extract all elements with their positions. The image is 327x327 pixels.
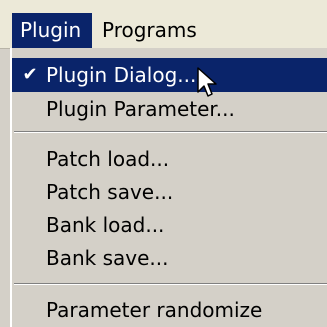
menu-item-bank-load[interactable]: Bank load... [12,208,327,242]
menu-bar: Plugin Programs [0,0,327,49]
menu-item-label: Plugin Parameter... [46,97,235,121]
menu-item-label: Patch save... [46,180,174,204]
menu-item-label: Bank save... [46,246,169,270]
menu-item-patch-save[interactable]: Patch save... [12,175,327,209]
check-icon: ✔ [22,64,38,85]
menu-separator [14,131,327,133]
menu-item-plugin-dialog[interactable]: ✔ Plugin Dialog... [12,58,327,92]
menu-programs[interactable]: Programs [102,13,197,48]
menu-separator [14,283,327,285]
menu-item-label: Plugin Dialog... [46,63,197,87]
menu-item-label: Parameter randomize [46,298,263,322]
menu-plugin[interactable]: Plugin [12,13,92,48]
menu-item-plugin-parameter[interactable]: Plugin Parameter... [12,92,327,126]
menu-item-patch-load[interactable]: Patch load... [12,142,327,176]
plugin-dropdown-menu: ✔ Plugin Dialog... Plugin Parameter... P… [10,48,327,327]
menu-item-bank-save[interactable]: Bank save... [12,241,327,275]
menu-item-label: Bank load... [46,213,165,237]
arrow-pointer-icon [197,67,217,97]
menu-item-parameter-randomize[interactable]: Parameter randomize [12,293,327,327]
menu-item-label: Patch load... [46,147,170,171]
screen: Plugin Programs ✔ Plugin Dialog... Plugi… [0,0,327,327]
